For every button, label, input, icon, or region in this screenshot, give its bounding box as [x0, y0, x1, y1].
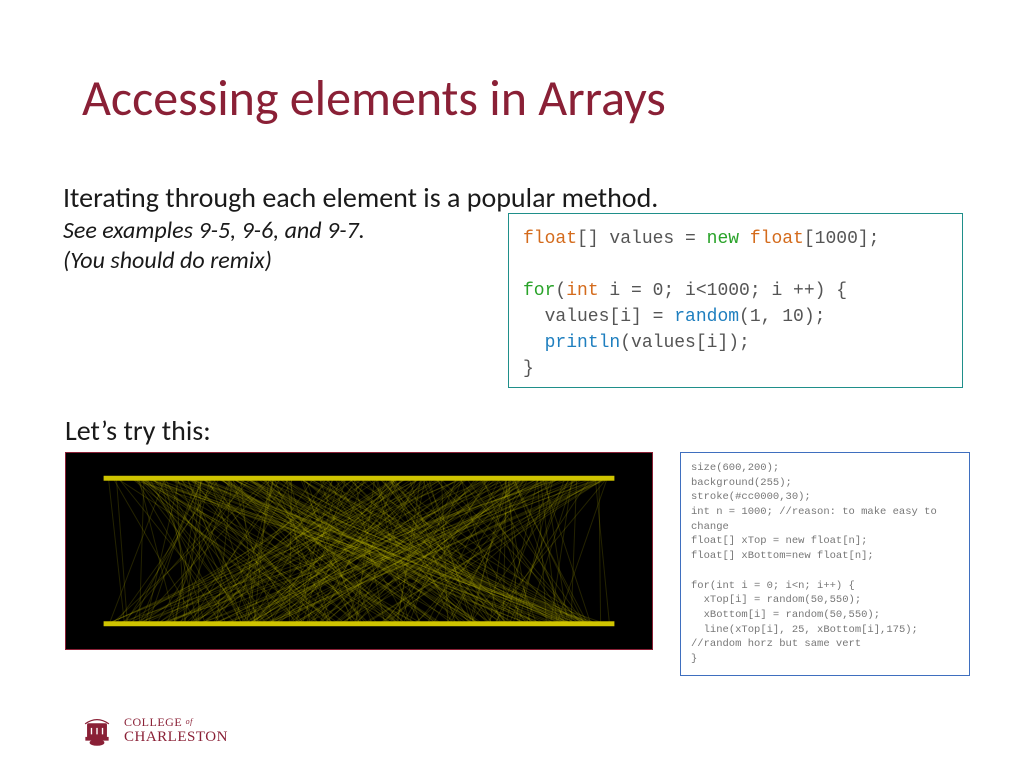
- logo-line-2: CHARLESTON: [124, 729, 228, 745]
- keyword-for: for: [523, 281, 555, 301]
- code-block-array-loop: float[] values = new float[1000]; for(in…: [508, 213, 963, 388]
- keyword-int: int: [566, 281, 598, 301]
- keyword-new: new: [707, 229, 739, 249]
- keyword-float-2: float: [739, 229, 804, 249]
- slide-title: Accessing elements in Arrays: [82, 68, 666, 129]
- logo-seal-icon: [80, 712, 114, 746]
- output-canvas: [65, 452, 653, 650]
- logo-line-1: COLLEGE: [124, 715, 182, 729]
- code-text: (1, 10);: [739, 307, 825, 327]
- code-text: i = 0; i<1000; i ++) {: [599, 281, 847, 301]
- keyword-float: float: [523, 229, 577, 249]
- logo-text: COLLEGE of CHARLESTON: [124, 714, 228, 744]
- subtitle: Iterating through each element is a popu…: [63, 180, 658, 215]
- code-text: [1000];: [804, 229, 880, 249]
- code-text: }: [523, 359, 534, 379]
- note-line-1: See examples 9-5, 9-6, and 9-7.: [63, 216, 365, 245]
- code-text: [] values =: [577, 229, 707, 249]
- fn-random: random: [674, 307, 739, 327]
- code-block-lines: size(600,200); background(255); stroke(#…: [680, 452, 970, 676]
- fn-println: println: [545, 333, 621, 353]
- examples-note: See examples 9-5, 9-6, and 9-7. (You sho…: [63, 216, 365, 276]
- code-text: (values[i]);: [620, 333, 750, 353]
- note-line-2: (You should do remix): [63, 246, 272, 275]
- logo-of: of: [186, 717, 193, 726]
- lines-visualization: [66, 453, 652, 649]
- code-text: values[i] =: [523, 307, 674, 327]
- college-logo: COLLEGE of CHARLESTON: [80, 712, 228, 746]
- code-text: [523, 333, 545, 353]
- lets-try-label: Let’s try this:: [65, 413, 211, 448]
- code-text: (: [555, 281, 566, 301]
